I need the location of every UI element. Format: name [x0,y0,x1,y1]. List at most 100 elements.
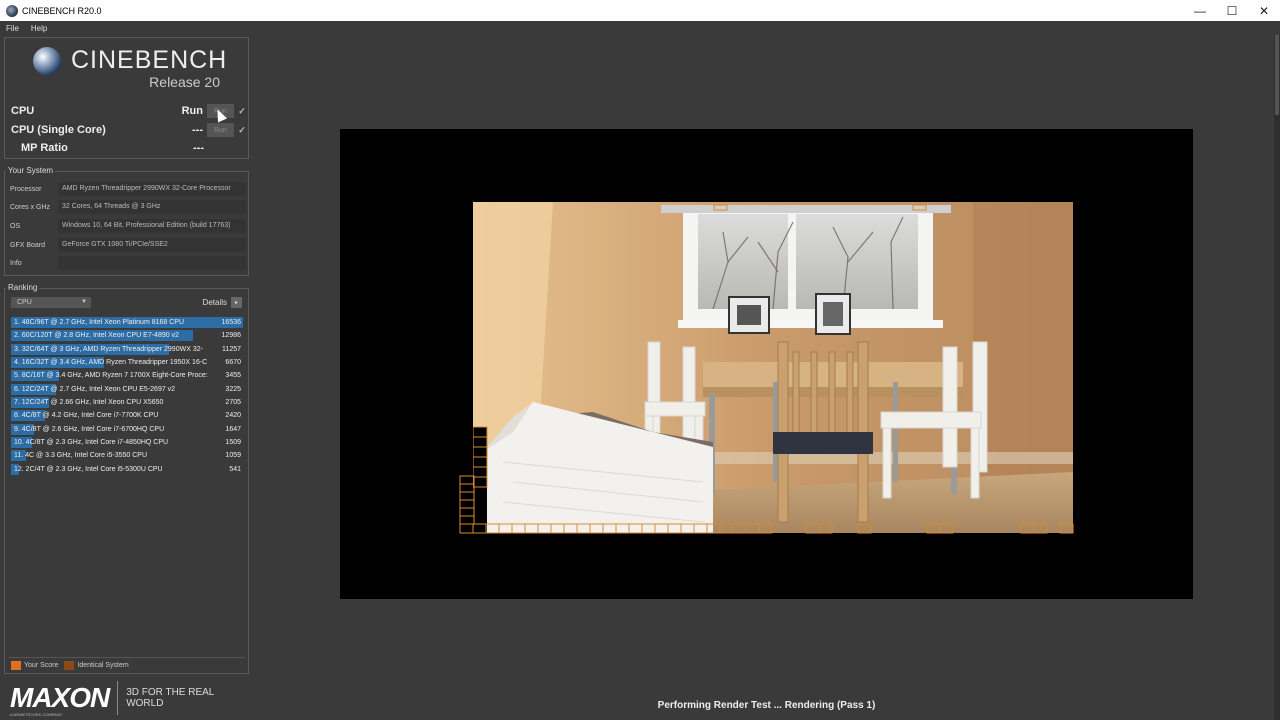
legend-divider [9,657,245,658]
render-bucket [628,523,643,534]
details-toggle[interactable]: Details ▸ [203,297,242,308]
close-button[interactable]: ✕ [1248,0,1280,21]
ranking-name: 12. 2C/4T @ 2.3 GHz, Intel Core i5-5300U… [14,465,163,473]
render-bucket [818,523,833,534]
ranking-name: 5. 8C/16T @ 3.4 GHz, AMD Ryzen 7 1700X E… [14,372,208,380]
ranking-row[interactable]: 4. 16C/32T @ 3.4 GHz, AMD Ryzen Threadri… [11,356,243,369]
render-bucket [926,523,941,534]
render-bucket [602,523,617,534]
ranking-row[interactable]: 6. 12C/24T @ 2.7 GHz, Intel Xeon CPU E5-… [11,383,243,396]
render-bucket [745,523,760,534]
test-label: CPU [11,105,35,117]
ranking-row[interactable]: 11. 4C @ 3.3 GHz, Intel Core i5-3550 CPU… [11,449,243,462]
render-bucket [693,523,708,534]
chevron-right-icon[interactable]: ▸ [231,297,242,308]
render-bucket [615,523,630,534]
menu-help[interactable]: Help [25,24,53,33]
render-bucket [939,523,954,534]
ranking-row[interactable]: 12. 2C/4T @ 2.3 GHz, Intel Core i5-5300U… [11,463,243,476]
system-row-info: Info [10,256,246,270]
render-bucket [498,523,513,534]
ranking-heading: Ranking [6,283,40,292]
render-bucket [1059,523,1074,534]
ranking-score: 6670 [225,359,241,367]
ranking-name: 7. 12C/24T @ 2.66 GHz, Intel Xeon CPU X5… [14,399,164,407]
test-row-single-core: CPU (Single Core) --- Run ✓ [11,121,247,139]
render-bucket [1020,523,1035,534]
logo-text: CINEBENCH [71,46,228,74]
render-bucket [732,523,747,534]
window-title: CINEBENCH R20.0 [22,5,102,16]
ranking-name: 9. 4C/8T @ 2.6 GHz, Intel Core i7-6700HQ… [14,425,165,433]
ranking-score: 12986 [221,332,241,340]
system-key: GFX Board [10,241,46,249]
ranking-row[interactable]: 8. 4C/8T @ 4.2 GHz, Intel Core i7-7700K … [11,409,243,422]
render-bucket [459,499,475,509]
system-value: Windows 10, 64 Bit, Professional Edition… [58,219,246,233]
ranking-category-select[interactable]: CPU ▼ [11,297,91,308]
your-system-panel: Processor AMD Ryzen Threadripper 2990WX … [4,171,249,276]
system-key: Info [10,259,22,267]
ranking-row[interactable]: 10. 4C/8T @ 2.3 GHz, Intel Core i7-4850H… [11,436,243,449]
info-field[interactable] [58,256,246,270]
ranking-name: 10. 4C/8T @ 2.3 GHz, Intel Core i7-4850H… [14,439,169,447]
ranking-row[interactable]: 5. 8C/16T @ 3.4 GHz, AMD Ryzen 7 1700X E… [11,369,243,382]
ranking-name: 3. 32C/64T @ 3 GHz, AMD Ryzen Threadripp… [14,345,203,353]
ranking-row[interactable]: 9. 4C/8T @ 2.6 GHz, Intel Core i7-6700HQ… [11,423,243,436]
run-single-core-button[interactable]: Run [207,123,234,137]
ranking-legend: Your Score Identical System [11,661,135,670]
render-bucket [719,523,734,534]
render-bucket [805,523,820,534]
ranking-score: 11257 [222,345,241,353]
ranking-name: 11. 4C @ 3.3 GHz, Intel Core i5-3550 CPU [14,452,148,460]
menu-file[interactable]: File [0,24,25,33]
maxon-subtitle: A NEMETSCHEK COMPANY [10,712,63,717]
system-key: Processor [10,185,42,193]
test-row-cpu: CPU Run Run ✓ [11,102,247,120]
check-icon[interactable]: ✓ [237,106,247,117]
system-row-cores: Cores x GHz 32 Cores, 64 Threads @ 3 GHz [10,200,246,214]
ranking-score: 1059 [225,452,241,460]
cinebench-app-icon [6,4,18,17]
logo-release: Release 20 [149,74,220,90]
ranking-row[interactable]: 3. 32C/64T @ 3 GHz, AMD Ryzen Threadripp… [11,343,243,356]
ranking-row[interactable]: 7. 12C/24T @ 2.66 GHz, Intel Xeon CPU X5… [11,396,243,409]
your-system-heading: Your System [6,166,56,175]
system-row-os: OS Windows 10, 64 Bit, Professional Edit… [10,219,246,233]
ranking-selected: CPU [17,299,32,306]
render-bucket [667,523,682,534]
ranking-list: 1. 48C/96T @ 2.7 GHz, Intel Xeon Platinu… [11,316,243,476]
render-bucket [459,475,475,485]
test-label: MP Ratio [21,142,68,154]
render-bucket [459,483,475,493]
system-row-gfx: GFX Board GeForce GTX 1080 Ti/PCIe/SSE2 [10,238,246,252]
window-scrollbar[interactable] [1274,35,1280,720]
render-bucket [680,523,695,534]
menu-bar: File Help [0,21,1280,35]
test-value: --- [193,142,204,154]
maxon-logo: MAXON A NEMETSCHEK COMPANY [10,684,110,718]
ranking-score: 1509 [225,439,241,447]
ranking-name: 1. 48C/96T @ 2.7 GHz, Intel Xeon Platinu… [14,319,185,326]
render-bucket [511,523,526,534]
system-row-processor: Processor AMD Ryzen Threadripper 2990WX … [10,182,246,196]
render-status: Performing Render Test ... Rendering (Pa… [657,700,876,711]
system-key: Cores x GHz [10,203,51,211]
render-bucket [1033,523,1048,534]
ranking-score: 3455 [225,372,241,380]
render-bucket [857,523,872,534]
check-icon[interactable]: ✓ [237,125,247,136]
legend-identical-system: Identical System [77,662,129,669]
maxon-branding: MAXON A NEMETSCHEK COMPANY 3D FOR THE RE… [10,680,250,718]
minimize-button[interactable]: — [1184,0,1216,21]
ranking-row[interactable]: 1. 48C/96T @ 2.7 GHz, Intel Xeon Platinu… [11,316,243,329]
render-bucket [706,523,721,534]
scrollbar-thumb[interactable] [1275,35,1279,115]
maximize-button[interactable]: ☐ [1216,0,1248,21]
ranking-name: 2. 60C/120T @ 2.8 GHz, Intel Xeon CPU E7… [14,332,179,340]
test-value: Run [181,105,203,117]
ranking-score: 1647 [225,425,241,433]
ranking-row[interactable]: 2. 60C/120T @ 2.8 GHz, Intel Xeon CPU E7… [11,329,243,342]
render-bucket [589,523,604,534]
title-bar: CINEBENCH R20.0 — ☐ ✕ [0,0,1280,21]
